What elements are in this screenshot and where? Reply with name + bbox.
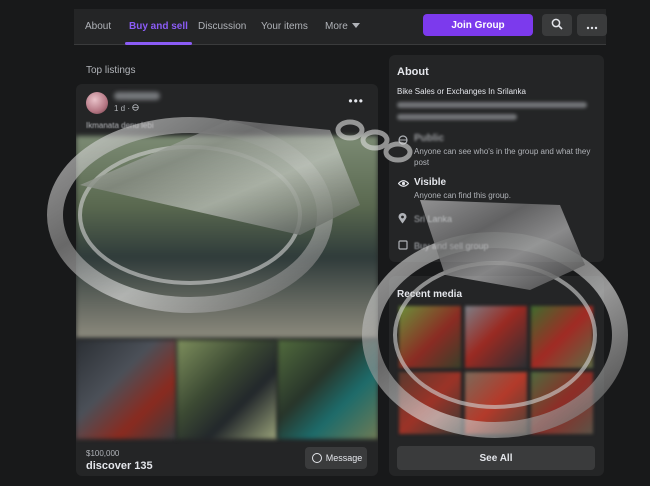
- listing-photo-thumb[interactable]: [76, 340, 176, 439]
- more-dots-icon: [586, 26, 598, 29]
- group-description-blurred: [397, 114, 517, 120]
- avatar[interactable]: [86, 92, 108, 114]
- more-options-button[interactable]: [577, 14, 607, 36]
- visibility-description: Anyone can find this group.: [414, 191, 511, 200]
- chevron-down-icon: [351, 23, 360, 28]
- group-name: Bike Sales or Exchanges In Srilanka: [397, 87, 526, 96]
- tab-more-label: More: [325, 21, 348, 32]
- about-heading: About: [397, 66, 429, 78]
- group-description-blurred: [397, 102, 587, 108]
- media-thumb[interactable]: [465, 372, 527, 434]
- media-thumb[interactable]: [465, 306, 527, 368]
- privacy-label: Public: [414, 133, 445, 144]
- media-thumb[interactable]: [531, 306, 593, 368]
- group-nav-bar: About Buy and sell Discussion Your items…: [74, 9, 607, 45]
- location-label: Sri Lanka: [414, 214, 453, 224]
- post-timestamp: 1 d ·: [114, 104, 139, 113]
- tab-your-items[interactable]: Your items: [261, 9, 308, 44]
- eye-icon: [398, 180, 409, 187]
- top-listings-heading: Top listings: [86, 65, 136, 76]
- listing-card[interactable]: 1 d · ••• Ikmanata denu lebi $100,000 di…: [76, 84, 378, 476]
- message-button-label: Message: [325, 453, 363, 463]
- media-thumb[interactable]: [399, 372, 461, 434]
- globe-icon: [132, 104, 139, 111]
- group-type-label: Buy and sell group: [414, 241, 489, 251]
- tab-more[interactable]: More: [325, 9, 360, 44]
- media-thumb[interactable]: [531, 372, 593, 434]
- tab-buy-and-sell[interactable]: Buy and sell: [125, 9, 192, 45]
- join-group-button[interactable]: Join Group: [423, 14, 533, 36]
- listing-price: $100,000: [86, 449, 120, 458]
- listing-photo-thumb[interactable]: [177, 340, 277, 439]
- tab-discussion[interactable]: Discussion: [198, 9, 246, 44]
- tag-icon: [398, 240, 408, 250]
- listing-main-photo[interactable]: [76, 136, 378, 338]
- media-thumb[interactable]: [399, 306, 461, 368]
- listing-title[interactable]: discover 135: [86, 460, 153, 472]
- globe-icon: [398, 135, 408, 145]
- listing-photo-thumb[interactable]: [278, 340, 378, 439]
- visibility-label: Visible: [414, 177, 447, 188]
- post-caption: Ikmanata denu lebi: [86, 121, 154, 130]
- see-all-media-button[interactable]: See All: [397, 446, 595, 470]
- search-button[interactable]: [542, 14, 572, 36]
- privacy-description: Anyone can see who's in the group and wh…: [414, 147, 591, 167]
- post-time: 1 d ·: [114, 104, 133, 113]
- about-card: About Bike Sales or Exchanges In Srilank…: [389, 55, 604, 262]
- location-icon: [398, 213, 407, 224]
- message-button[interactable]: Message: [305, 447, 367, 469]
- post-options-icon[interactable]: •••: [348, 94, 364, 108]
- messenger-icon: [312, 453, 322, 463]
- search-icon: [551, 18, 563, 30]
- recent-media-card: Recent media See All: [389, 276, 604, 476]
- author-name-blurred: [114, 92, 160, 100]
- tab-about[interactable]: About: [85, 9, 111, 44]
- recent-media-heading: Recent media: [397, 289, 463, 300]
